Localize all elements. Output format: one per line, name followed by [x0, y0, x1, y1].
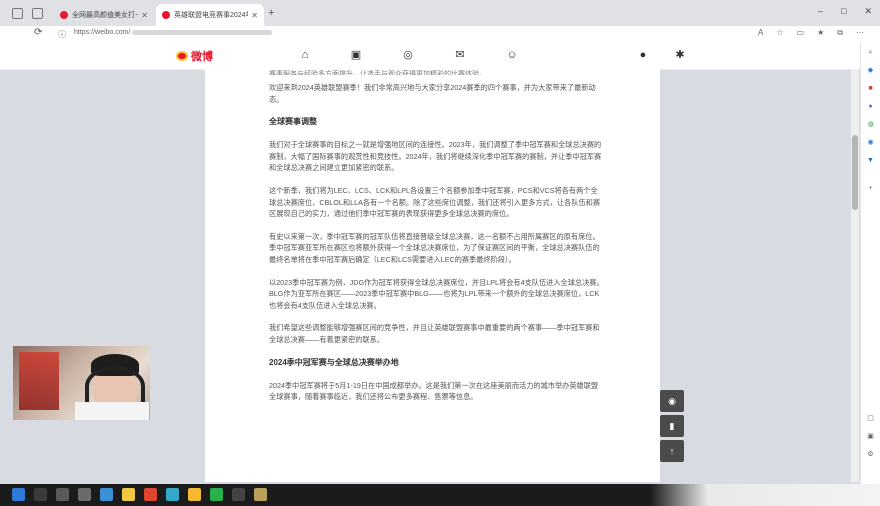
close-tab-icon[interactable]: ✕: [251, 11, 258, 20]
sidebar-layout-icon[interactable]: ▢: [866, 414, 875, 423]
tab-actions-icon[interactable]: [32, 8, 43, 19]
eye-icon: ◉: [668, 396, 676, 406]
split-screen-icon[interactable]: ▭: [797, 28, 805, 38]
window-controls: – □ ✕: [818, 6, 872, 17]
article-paragraph: 我们希望这些调整能够增强赛区间的竞争性，并且让英雄联盟赛事中最重要的两个赛事——…: [269, 323, 600, 344]
article-intro: 欢迎来到2024英雄联盟赛季！我们非常高兴地与大家分享2024赛季的四个赛事，并…: [269, 83, 596, 104]
browser-tab-2-active[interactable]: 英雄联盟电竞赛事2024年赛程 ✕: [156, 4, 264, 26]
settings-icon[interactable]: ✱: [674, 49, 686, 61]
discover-icon[interactable]: ◎: [402, 49, 414, 61]
address-bar: ⟳ ⓘ https://weibo.com/ A ☆ ▭ ★ ⧉ ⋯: [0, 26, 880, 43]
read-aloud-icon[interactable]: A: [758, 28, 763, 38]
start-icon[interactable]: [12, 488, 25, 501]
article-paragraph: 有史以来第一次，季中冠军赛的冠军队伍将直接晋级全球总决赛，这一名额不占用所属赛区…: [269, 231, 600, 264]
tab-title: 英雄联盟电竞赛事2024年赛程: [174, 12, 248, 19]
favorites-list-icon[interactable]: ★: [817, 28, 824, 38]
sidebar-translate-icon[interactable]: ▼: [866, 156, 875, 165]
article-content: 赛事服务与经验多方面提升，让选手与观众获得更加精彩的比赛体验。 欢迎来到2024…: [205, 69, 660, 482]
pen-icon[interactable]: [254, 488, 267, 501]
minimize-button[interactable]: –: [818, 6, 823, 17]
article-paragraph: 以2023季中冠军赛为例，JDG作为冠军将获得全球总决赛席位，并且LPL将会有4…: [269, 277, 604, 310]
obs-icon[interactable]: [232, 488, 245, 501]
blurred-url: [132, 29, 273, 35]
browser-tab-1[interactable]: 全网最高颜值美女打卡达人 - 微… ✕: [54, 4, 154, 26]
weibo-logo[interactable]: 微博: [176, 48, 213, 64]
url-field[interactable]: https://weibo.com/: [74, 29, 273, 36]
article-paragraph: 2024季中冠军赛将于5月1-19日在中国成都举办。这是我们第一次在这座美丽而活…: [269, 380, 599, 402]
page-scrollbar-thumb[interactable]: [852, 135, 858, 210]
store-icon[interactable]: [78, 488, 91, 501]
sidebar-tools-icon[interactable]: ■: [866, 84, 875, 93]
favorite-icon[interactable]: ☆: [776, 28, 783, 38]
notification-icon[interactable]: ●: [637, 49, 649, 61]
refresh-icon[interactable]: ⟳: [34, 27, 42, 38]
search-icon[interactable]: [34, 488, 47, 501]
sidebar-outlook-icon[interactable]: ◉: [866, 138, 875, 147]
extensions-icon[interactable]: ⋯: [856, 28, 864, 38]
sidebar-add-icon[interactable]: +: [866, 184, 875, 193]
close-window-button[interactable]: ✕: [864, 6, 872, 17]
section-heading: 全球赛事调整: [269, 117, 317, 127]
window-menu-icon[interactable]: [12, 8, 23, 19]
taskbar-overexposed-area: [650, 484, 880, 506]
browser-right-sidebar: ⌕ ◆ ■ ● ◍ ◉ ▼ + ▢ ▣ ⚙: [860, 42, 880, 484]
message-icon[interactable]: ✉: [454, 49, 466, 61]
site-info-icon[interactable]: ⓘ: [58, 29, 66, 40]
sidebar-settings-icon[interactable]: ⚙: [866, 450, 875, 459]
browser-tab-bar: 全网最高颜值美女打卡达人 - 微… ✕ 英雄联盟电竞赛事2024年赛程 ✕ + …: [0, 0, 880, 26]
qq-icon[interactable]: [188, 488, 201, 501]
page-scrollbar-track[interactable]: [851, 70, 859, 482]
article-paragraph: 这个新季，我们将为LEC、LCS、LCK和LPL各设置三个名额参加季中冠军赛，P…: [269, 185, 601, 219]
wechat-icon[interactable]: [210, 488, 223, 501]
new-tab-button[interactable]: +: [268, 7, 274, 19]
tab-title: 全网最高颜值美女打卡达人 - 微…: [72, 12, 138, 19]
streamer-webcam: [13, 346, 150, 420]
bookmark-icon: ▮: [669, 421, 675, 431]
back-to-top-button[interactable]: ↑: [660, 440, 684, 462]
sidebar-games-icon[interactable]: ●: [866, 102, 875, 111]
sidebar-search-icon[interactable]: ⌕: [866, 48, 875, 57]
maximize-button[interactable]: □: [841, 6, 846, 17]
close-tab-icon[interactable]: ✕: [141, 11, 148, 20]
article-cut-line: 赛事服务与经验多方面提升，让选手与观众获得更加精彩的比赛体验。: [269, 71, 486, 75]
webcam-poster: [19, 352, 59, 410]
mail-icon[interactable]: [100, 488, 113, 501]
headset-icon: [85, 366, 145, 406]
chrome-icon[interactable]: [144, 488, 157, 501]
address-bar-actions: A ☆ ▭ ★ ⧉ ⋯: [758, 28, 864, 38]
profile-icon[interactable]: ☺: [506, 49, 518, 61]
windows-taskbar: [0, 484, 880, 506]
collections-icon[interactable]: ⧉: [837, 28, 843, 38]
weibo-favicon-icon: [60, 11, 68, 19]
video-icon[interactable]: ▣: [350, 49, 362, 61]
weibo-header: 微博 ⌂ ▣ ◎ ✉ ☺ ● ✱: [0, 42, 860, 70]
sidebar-split-icon[interactable]: ▣: [866, 432, 875, 441]
section-heading: 2024季中冠军赛与全球总决赛举办地: [269, 357, 399, 367]
article-paragraph: 我们对于全球赛事的目标之一就是增强地区间的连接性。2023年，我们调整了季中冠军…: [269, 140, 602, 173]
explorer-icon[interactable]: [122, 488, 135, 501]
float-bookmark-button[interactable]: ▮: [660, 415, 684, 437]
sidebar-shopping-icon[interactable]: ◆: [866, 66, 875, 75]
back-to-top-icon: ↑: [669, 446, 675, 456]
sidebar-office-icon[interactable]: ◍: [866, 120, 875, 129]
weibo-eye-icon: [176, 51, 188, 61]
weibo-favicon-icon: [162, 11, 170, 19]
streamer-shirt: [75, 402, 149, 420]
home-icon[interactable]: ⌂: [299, 49, 311, 61]
task-view-icon[interactable]: [56, 488, 69, 501]
float-eye-button[interactable]: ◉: [660, 390, 684, 412]
edge-icon[interactable]: [166, 488, 179, 501]
